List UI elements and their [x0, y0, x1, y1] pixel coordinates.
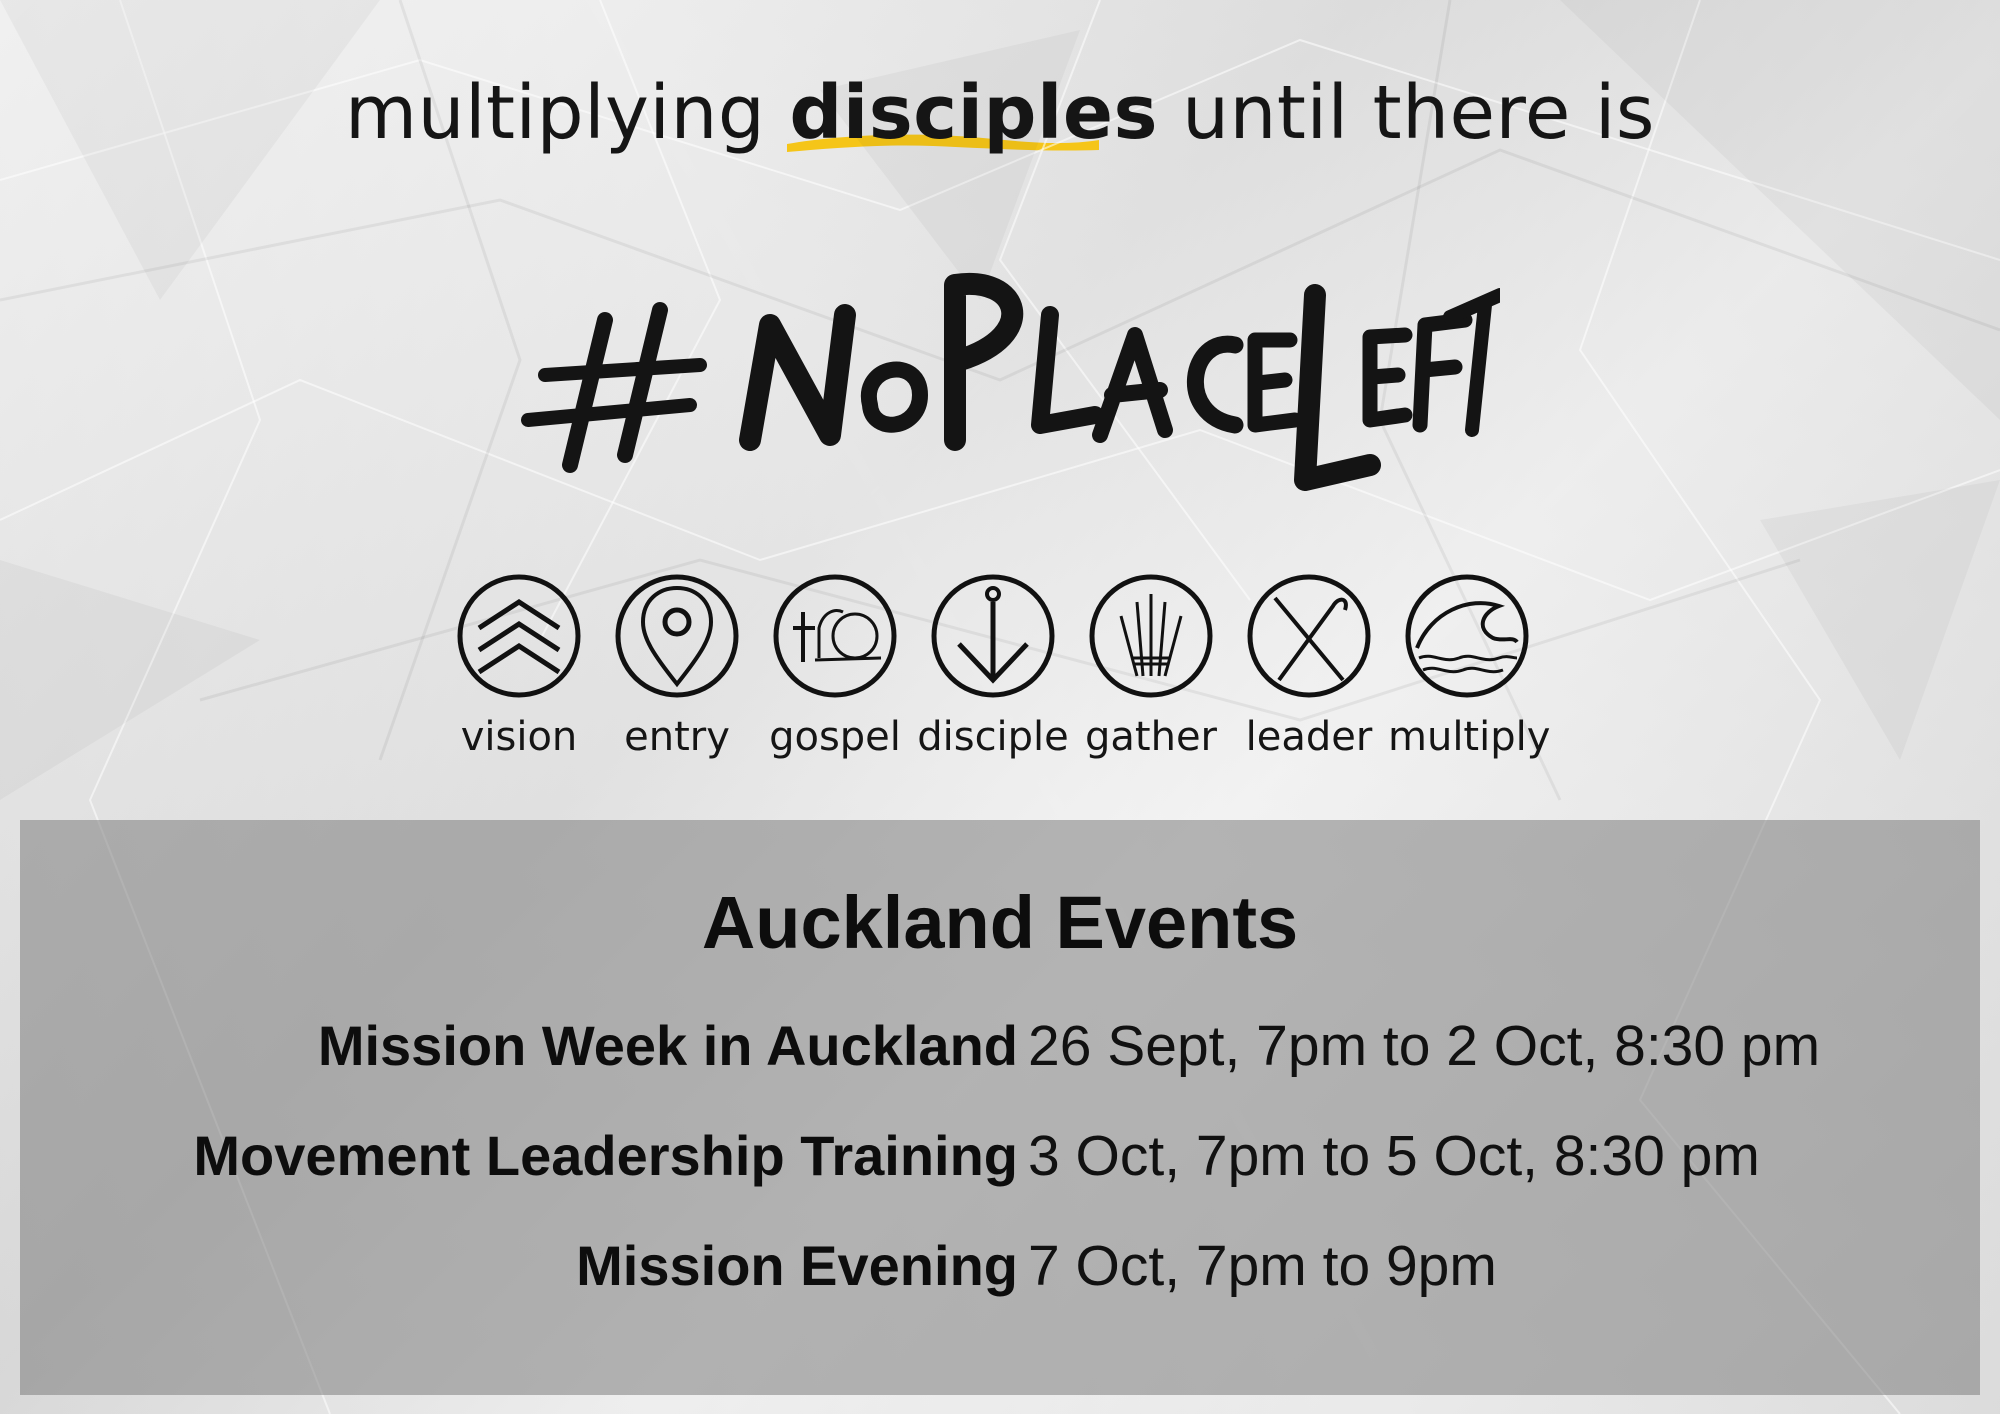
- chevrons-up-icon: [457, 574, 581, 698]
- tagline-before: multiplying: [344, 70, 766, 156]
- event-row: Mission Evening 7 Oct, 7pm to 9pm: [20, 1233, 1980, 1313]
- icon-label-gather: gather: [1085, 714, 1217, 760]
- noplaceleft-logo: [521, 272, 1500, 491]
- event-name: Movement Leadership Training: [193, 1124, 1018, 1187]
- wheat-bundle-icon: [1089, 574, 1213, 698]
- tagline-after: until there is: [1182, 70, 1655, 156]
- icon-item-leader: leader: [1230, 572, 1388, 760]
- icon-item-multiply: multiply: [1388, 572, 1551, 760]
- icon-label-vision: vision: [460, 714, 578, 760]
- event-row: Mission Week in Auckland 26 Sept, 7pm to…: [20, 1013, 1980, 1093]
- icon-item-disciple: disciple: [914, 572, 1072, 760]
- events-panel: Auckland Events Mission Week in Auckland…: [20, 820, 1980, 1395]
- event-name: Mission Evening: [576, 1234, 1018, 1297]
- event-time: 3 Oct, 7pm to 5 Oct, 8:30 pm: [1028, 1124, 1760, 1188]
- icon-label-gospel: gospel: [769, 714, 901, 760]
- event-time: 7 Oct, 7pm to 9pm: [1028, 1234, 1497, 1298]
- anchor-arrow-icon: [931, 574, 1055, 698]
- icon-label-disciple: disciple: [917, 714, 1069, 760]
- event-name: Mission Week in Auckland: [317, 1014, 1018, 1077]
- location-pin-icon: [615, 574, 739, 698]
- tagline-highlight-word: disciples: [789, 70, 1159, 156]
- icon-item-gospel: gospel: [756, 572, 914, 760]
- wave-icon: [1405, 574, 1529, 698]
- cross-tomb-icon: [773, 574, 897, 698]
- icon-row: vision entry gospel disciple gather lead…: [440, 572, 1560, 782]
- icon-label-entry: entry: [624, 714, 730, 760]
- tagline-highlight: disciples: [787, 70, 1159, 156]
- event-time: 26 Sept, 7pm to 2 Oct, 8:30 pm: [1028, 1014, 1821, 1078]
- events-title: Auckland Events: [701, 881, 1299, 964]
- icon-item-gather: gather: [1072, 572, 1230, 760]
- crossed-staffs-icon: [1247, 574, 1371, 698]
- icon-item-vision: vision: [440, 572, 598, 760]
- icon-item-entry: entry: [598, 572, 756, 760]
- event-row: Movement Leadership Training 3 Oct, 7pm …: [20, 1123, 1980, 1203]
- tagline: multiplying disciples until there is: [0, 70, 2000, 156]
- icon-label-leader: leader: [1245, 714, 1373, 760]
- icon-label-multiply: multiply: [1388, 714, 1551, 760]
